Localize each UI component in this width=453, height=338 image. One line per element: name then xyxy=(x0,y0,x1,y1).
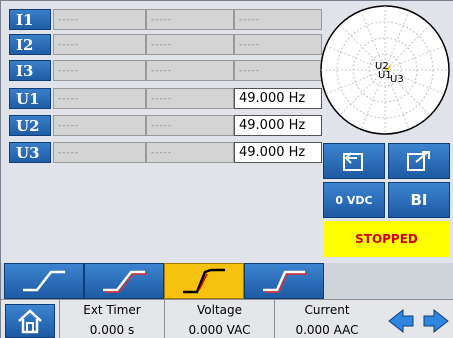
current-label: Current xyxy=(304,303,350,317)
channel-value-1: ----- xyxy=(53,60,146,81)
voltage-label: Voltage xyxy=(196,303,242,317)
next-button[interactable] xyxy=(421,306,451,336)
phasor-diagram: U2 U1 U3 xyxy=(318,3,452,137)
arrow-left-icon xyxy=(388,308,414,334)
ext-timer-label: Ext Timer xyxy=(83,303,141,317)
tab-ramp-4[interactable] xyxy=(244,263,324,299)
home-button[interactable] xyxy=(5,304,55,338)
status-indicator: STOPPED xyxy=(323,221,450,257)
channel-row-i2: I2 ----- ----- ----- xyxy=(9,34,322,57)
channel-button-u2[interactable]: U2 xyxy=(9,115,51,136)
channel-button-i3[interactable]: I3 xyxy=(9,60,51,81)
ramp-up-icon xyxy=(23,270,65,292)
edit-icon xyxy=(407,151,430,171)
channel-row-i3: I3 ----- ----- ----- xyxy=(9,60,322,83)
home-icon xyxy=(18,309,42,334)
edit-button[interactable] xyxy=(388,143,450,179)
channel-value-1: ----- xyxy=(53,34,146,55)
current-value: 0.000 AAC xyxy=(295,323,359,337)
channel-value-3: ----- xyxy=(234,60,322,81)
tab-ramp-2[interactable] xyxy=(84,263,164,299)
ramp-tab-strip xyxy=(1,263,453,299)
channel-value-1: ----- xyxy=(53,88,146,109)
channel-row-u1: U1 ----- ----- 49.000 Hz xyxy=(9,88,322,111)
current-readout: Current 0.000 AAC xyxy=(274,300,379,338)
tab-ramp-1[interactable] xyxy=(4,263,84,299)
arrow-right-icon xyxy=(423,308,449,334)
channel-button-u3[interactable]: U3 xyxy=(9,142,51,163)
channel-value-2: ----- xyxy=(146,34,234,55)
voltage-value: 0.000 VAC xyxy=(188,323,251,337)
channel-button-i1[interactable]: I1 xyxy=(9,9,51,30)
channel-button-u1[interactable]: U1 xyxy=(9,88,51,109)
channel-value-2: ----- xyxy=(146,88,234,109)
frequency-value[interactable]: 49.000 Hz xyxy=(234,142,322,163)
main-panel: I1 ----- ----- ----- I2 ----- ----- ----… xyxy=(1,1,453,263)
channel-value-3: ----- xyxy=(234,34,322,55)
channel-value-3: ----- xyxy=(234,9,322,30)
vdc-button[interactable]: 0 VDC xyxy=(323,182,385,218)
ramp-up-red-icon xyxy=(103,270,147,293)
channel-row-u2: U2 ----- ----- 49.000 Hz xyxy=(9,115,322,138)
channel-value-2: ----- xyxy=(146,115,234,136)
tab-ramp-3[interactable] xyxy=(164,263,244,299)
channel-button-i2[interactable]: I2 xyxy=(9,34,51,55)
channel-row-u3: U3 ----- ----- 49.000 Hz xyxy=(9,142,322,165)
export-icon xyxy=(343,152,363,171)
channel-value-2: ----- xyxy=(146,142,234,163)
channel-row-i1: I1 ----- ----- ----- xyxy=(9,9,322,32)
bottom-bar: Ext Timer 0.000 s Voltage 0.000 VAC Curr… xyxy=(1,299,453,338)
ramp-step-icon xyxy=(183,268,225,294)
frequency-value[interactable]: 49.000 Hz xyxy=(234,115,322,136)
ext-timer-readout: Ext Timer 0.000 s xyxy=(59,300,164,338)
voltage-readout: Voltage 0.000 VAC xyxy=(164,300,274,338)
ramp-step-red-icon xyxy=(263,270,307,293)
frequency-value[interactable]: 49.000 Hz xyxy=(234,88,322,109)
bi-button[interactable]: BI xyxy=(388,182,450,218)
ext-timer-value: 0.000 s xyxy=(89,323,135,337)
channel-value-1: ----- xyxy=(53,115,146,136)
channel-value-1: ----- xyxy=(53,9,146,30)
channel-value-1: ----- xyxy=(53,142,146,163)
phasor-label-u3: U3 xyxy=(390,74,404,85)
prev-button[interactable] xyxy=(386,306,416,336)
export-button[interactable] xyxy=(323,143,385,179)
channel-value-2: ----- xyxy=(146,60,234,81)
channel-value-2: ----- xyxy=(146,9,234,30)
